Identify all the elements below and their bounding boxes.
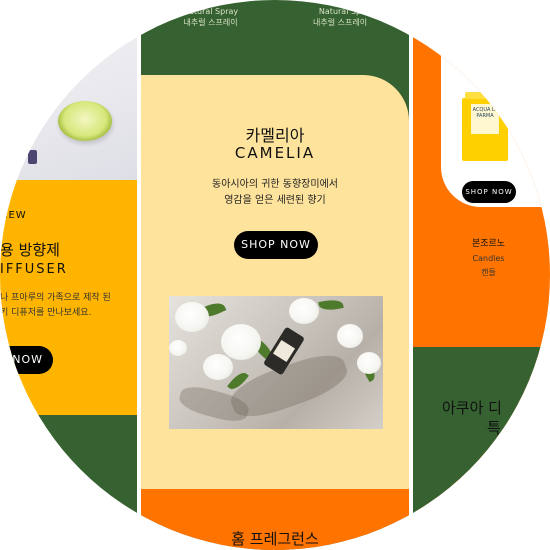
camelia-description: 동아시아의 귀한 동향장미에서 영감을 얻은 세련된 향기	[141, 177, 409, 209]
camelia-desc-line2: 영감을 얻은 세련된 향기	[224, 195, 326, 206]
diffuser-product-image	[0, 0, 137, 180]
camelia-flower	[337, 324, 363, 348]
camelia-flower	[289, 298, 319, 324]
new-badge: NEW	[0, 210, 27, 221]
camelia-flower	[169, 340, 187, 356]
diffuser-desc-line1: 나 프아루의 가족으로 제작 된	[0, 293, 111, 303]
candle-label: ACQUA DI PARMA	[471, 104, 499, 134]
home-fragrance-heading: 홈 프레그런스	[231, 530, 319, 548]
camelia-flower	[175, 302, 209, 332]
candle-shop-now-button[interactable]: SHOP NOW	[462, 181, 516, 203]
diffuser-reed	[28, 150, 37, 164]
camelia-shop-now-button[interactable]: SHOP NOW	[234, 231, 318, 259]
camelia-flower	[203, 354, 233, 380]
acqua-section	[413, 347, 550, 550]
category-natural-spray-2[interactable]: Natural Sp 내추럴 스프레이	[313, 6, 367, 28]
camelia-card[interactable]: Natural Spray 내추럴 스프레이 Natural Sp 내추럴 스프…	[141, 0, 409, 550]
diffuser-footer-block	[0, 415, 137, 550]
diffuser-desc-line2: 키 디퓨저를 만나보세요.	[0, 308, 92, 318]
diffuser-title-kr: 용 방향제	[0, 241, 60, 259]
diffuser-card[interactable]: NEW 용 방향제 IFFUSER 나 프아루의 가족으로 제작 된 키 디퓨저…	[0, 0, 137, 550]
candle-card[interactable]: ACQUA DI PARMA SHOP NOW 본조르노 Candles 캔들 …	[413, 0, 550, 550]
top-category-strip: Natural Spray 내추럴 스프레이 Natural Sp 내추럴 스프…	[141, 0, 409, 75]
candle-product-image: ACQUA DI PARMA	[462, 92, 508, 161]
camelia-title-kr: 카멜리아	[245, 126, 305, 145]
category-natural-spray-1[interactable]: Natural Spray 내추럴 스프레이	[183, 6, 238, 28]
lime-slice	[58, 101, 112, 141]
diffuser-shop-now-button[interactable]: NOW	[0, 346, 53, 374]
carousel-viewport: NEW 용 방향제 IFFUSER 나 프아루의 가족으로 제작 된 키 디퓨저…	[0, 0, 550, 550]
acqua-heading-line2: 특	[487, 419, 501, 437]
acqua-heading-line1: 아쿠아 디	[442, 399, 502, 417]
camelia-product-image	[169, 296, 383, 429]
candle-category-kr: 캔들	[481, 268, 496, 277]
diffuser-description: 나 프아루의 가족으로 제작 된 키 디퓨저를 만나보세요.	[0, 291, 111, 321]
camelia-flower	[357, 352, 381, 374]
candle-brand: 본조르노	[471, 239, 506, 249]
camelia-title-en: CAMELIA	[234, 144, 316, 162]
diffuser-title-en: IFFUSER	[0, 262, 68, 277]
camelia-flower	[221, 324, 261, 360]
candle-category-en: Candles	[472, 254, 505, 263]
camelia-desc-line1: 동아시아의 귀한 동향장미에서	[212, 179, 338, 190]
